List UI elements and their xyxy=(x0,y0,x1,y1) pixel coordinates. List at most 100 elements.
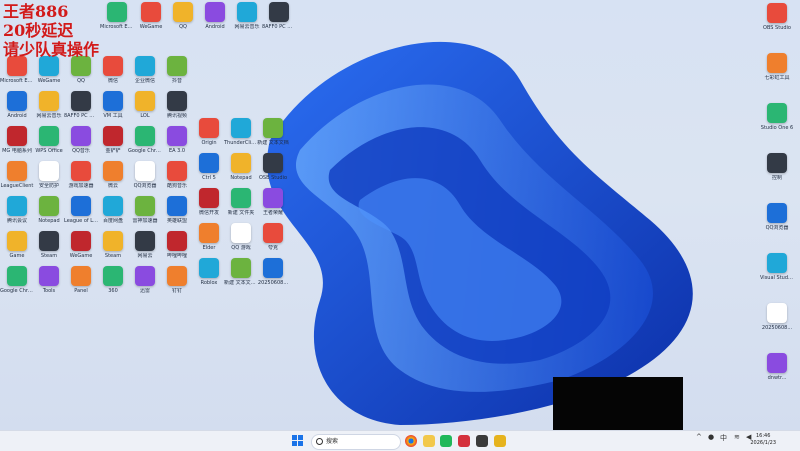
desktop-icon[interactable]: 新建 文本文档 (2).txt xyxy=(224,258,258,294)
desktop-icon[interactable]: 微信 xyxy=(96,56,130,92)
app-icon-green[interactable] xyxy=(440,435,452,447)
desktop-icon[interactable]: Microsoft Edge xyxy=(0,56,34,92)
desktop-icon[interactable]: 腾讯视频 xyxy=(160,91,194,127)
desktop-icon[interactable]: LeagueClient xyxy=(0,161,34,197)
desktop-icon[interactable]: 七彩虹工具 xyxy=(760,53,794,89)
desktop-icon-label: QQ xyxy=(179,24,187,30)
desktop-icon[interactable]: 雷神加速器 xyxy=(128,196,162,232)
desktop-icon-label: Google Chrome xyxy=(128,148,162,154)
desktop-icon[interactable]: Microsoft Edge xyxy=(100,2,134,38)
desktop-icon[interactable]: 企业微信 xyxy=(128,56,162,92)
desktop-icon[interactable]: Origin xyxy=(192,118,226,154)
desktop-icon-label: 20250608... xyxy=(257,280,289,286)
desktop-icon[interactable]: QQ浏览器 xyxy=(128,161,162,197)
clock[interactable]: 16:46 2026/1/23 xyxy=(750,433,776,447)
desktop-icon[interactable]: 新建 文本文档 xyxy=(256,118,290,154)
desktop-icon[interactable]: WPS Office xyxy=(32,126,66,162)
desktop-icon[interactable]: 8AFF0 PC 版工具 xyxy=(64,91,98,127)
app-icon xyxy=(199,223,219,243)
desktop-icon[interactable]: 腾讯会议 xyxy=(0,196,34,232)
desktop-icon[interactable]: WeGame xyxy=(134,2,168,38)
app-icon xyxy=(103,161,123,181)
desktop-icon-label: WPS Office xyxy=(35,148,63,154)
desktop-icon[interactable]: Steam xyxy=(96,231,130,267)
desktop-icon[interactable]: Steam xyxy=(32,231,66,267)
desktop-icon[interactable]: 游戏加速器 xyxy=(64,161,98,197)
desktop-icon[interactable]: 20250608... xyxy=(760,303,794,339)
desktop-icon[interactable]: 百度网盘 xyxy=(96,196,130,232)
desktop-icon[interactable]: 夸克 xyxy=(256,223,290,259)
app-icon-red[interactable] xyxy=(458,435,470,447)
desktop-icon[interactable]: League of Legends xyxy=(64,196,98,232)
desktop-icon[interactable]: Android xyxy=(198,2,232,38)
desktop-icon[interactable]: 王者荣耀 xyxy=(256,188,290,224)
app-icon xyxy=(767,203,787,223)
desktop-icon[interactable]: 微云 xyxy=(96,161,130,197)
desktop-icon-label: Game xyxy=(9,253,25,259)
desktop-icon[interactable]: Tools xyxy=(32,266,66,302)
desktop-icon[interactable]: QQ xyxy=(64,56,98,92)
taskbar-search-box[interactable]: 搜索 xyxy=(311,434,401,450)
desktop-icon[interactable]: Roblox xyxy=(192,258,226,294)
desktop-icon[interactable]: 安全防护 xyxy=(32,161,66,197)
desktop-icon[interactable]: 抖音 xyxy=(160,56,194,92)
tray-microphone-icon[interactable]: ● xyxy=(708,433,714,441)
desktop-icon[interactable]: 网易云音乐 xyxy=(32,91,66,127)
desktop-icon[interactable]: Google Chrome xyxy=(0,266,34,302)
desktop-icon[interactable]: WeGame xyxy=(32,56,66,92)
app-icon-dark[interactable] xyxy=(476,435,488,447)
tray-ime-icon[interactable]: 中 xyxy=(720,433,727,443)
desktop-icon[interactable]: Elder xyxy=(192,223,226,259)
desktop-icon[interactable]: Notepad xyxy=(224,153,258,189)
desktop-icon[interactable]: 网易云 xyxy=(128,231,162,267)
desktop-icon[interactable]: dnwtr... xyxy=(760,353,794,389)
desktop-icon[interactable]: Notepad xyxy=(32,196,66,232)
desktop-icon[interactable]: 20250608... xyxy=(256,258,290,294)
desktop-icon[interactable]: 迅雷 xyxy=(128,266,162,302)
app-icon xyxy=(135,126,155,146)
app-icon-yellow[interactable] xyxy=(494,435,506,447)
desktop-icon[interactable]: WeGame xyxy=(64,231,98,267)
desktop-icon[interactable]: Android xyxy=(0,91,34,127)
app-icon xyxy=(71,56,91,76)
desktop-icon[interactable]: 金铲铲 xyxy=(96,126,130,162)
desktop-icon[interactable]: 酷狗音乐 xyxy=(160,161,194,197)
desktop-icon[interactable]: Studio One 6 xyxy=(760,103,794,139)
desktop-icon[interactable]: QQ 游戏 xyxy=(224,223,258,259)
desktop-icon[interactable]: 英雄联盟 xyxy=(160,196,194,232)
desktop-icon[interactable]: QQ音乐 xyxy=(64,126,98,162)
desktop-icon[interactable]: 微信开发 xyxy=(192,188,226,224)
desktop-icon[interactable]: Ctrl 5 xyxy=(192,153,226,189)
app-icon xyxy=(7,196,27,216)
app-icon xyxy=(7,126,27,146)
tray-chevron-icon[interactable]: ^ xyxy=(696,433,702,441)
desktop-icon[interactable]: QQ xyxy=(166,2,200,38)
desktop-icon[interactable]: LOL xyxy=(128,91,162,127)
desktop-icon[interactable]: QQ浏览器 xyxy=(760,203,794,239)
desktop-icon[interactable]: OBS Studio xyxy=(760,3,794,39)
app-icon xyxy=(767,103,787,123)
desktop-icon[interactable]: Visual Studio Code xyxy=(760,253,794,289)
desktop-icon[interactable]: 网易云音乐 xyxy=(230,2,264,38)
desktop-icon-label: Panel xyxy=(74,288,88,294)
desktop-icon[interactable]: 新建 文件夹 xyxy=(224,188,258,224)
desktop-icon[interactable]: 钉钉 xyxy=(160,266,194,302)
desktop-icon[interactable]: ThunderClient xyxy=(224,118,258,154)
desktop-icon[interactable]: 控制 xyxy=(760,153,794,189)
desktop-icon[interactable]: Game xyxy=(0,231,34,267)
desktop-icon[interactable]: VM 工具 xyxy=(96,91,130,127)
chrome-icon[interactable] xyxy=(405,435,417,447)
desktop-icon-label: QQ音乐 xyxy=(72,148,90,154)
desktop-icon[interactable]: 360 xyxy=(96,266,130,302)
windows-start-icon[interactable] xyxy=(292,435,304,447)
tray-wifi-icon[interactable]: ≋ xyxy=(734,433,740,441)
desktop-icon[interactable]: Panel xyxy=(64,266,98,302)
file-explorer-icon[interactable] xyxy=(423,435,435,447)
desktop-icon[interactable]: 哔哩哔哩 xyxy=(160,231,194,267)
desktop-icon[interactable]: Google Chrome xyxy=(128,126,162,162)
desktop-icon[interactable]: OSB Studio xyxy=(256,153,290,189)
app-icon xyxy=(7,56,27,76)
desktop-icon[interactable]: 8AFF0 PC 版工具 xyxy=(262,2,296,38)
desktop-icon[interactable]: MG 电脑系列 xyxy=(0,126,34,162)
desktop-icon[interactable]: EA 3.0 xyxy=(160,126,194,162)
